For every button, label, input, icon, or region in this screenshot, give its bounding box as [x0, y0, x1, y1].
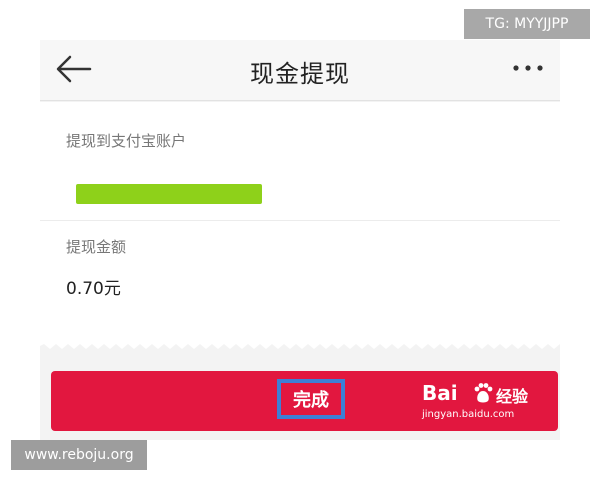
- site-watermark: www.reboju.org: [11, 440, 147, 470]
- top-navigation-bar: 现金提现: [40, 40, 560, 101]
- page-title: 现金提现: [250, 60, 350, 88]
- account-value-redacted: [76, 184, 262, 204]
- phone-screen: 现金提现 提现到支付宝账户 提现金额 0.70元 完成 Bai 经验 jingy…: [40, 40, 560, 440]
- amount-value: 0.70元: [66, 279, 121, 299]
- withdraw-details-card: 提现到支付宝账户 提现金额 0.70元: [40, 102, 560, 342]
- row-divider: [40, 220, 560, 221]
- done-button-label: 完成: [293, 390, 329, 411]
- account-label: 提现到支付宝账户: [66, 132, 187, 150]
- done-highlight-box: 完成: [277, 379, 345, 419]
- more-dots-icon: [513, 65, 543, 71]
- baidu-jingyan-logo: Bai 经验 jingyan.baidu.com: [422, 381, 542, 425]
- page: 现金提现 提现到支付宝账户 提现金额 0.70元 完成 Bai 经验 jingy…: [0, 0, 600, 480]
- baidu-paw-icon: [474, 383, 493, 403]
- baidu-brand-text: Bai: [422, 381, 458, 405]
- tg-watermark: TG: MYYJJPP: [464, 9, 590, 39]
- baidu-jingyan-text: 经验: [496, 387, 529, 406]
- receipt-zigzag-edge: [40, 340, 560, 349]
- amount-label: 提现金额: [66, 238, 127, 256]
- baidu-url-text: jingyan.baidu.com: [422, 409, 515, 420]
- done-button[interactable]: 完成 Bai 经验 jingyan.baidu.com: [51, 371, 558, 431]
- more-button[interactable]: [508, 50, 548, 86]
